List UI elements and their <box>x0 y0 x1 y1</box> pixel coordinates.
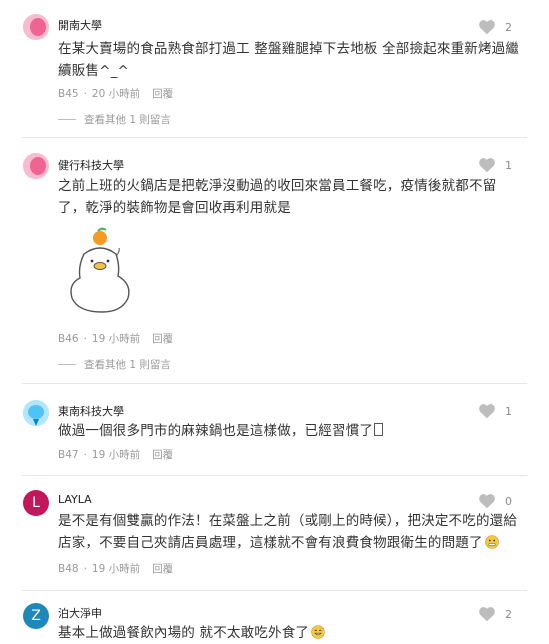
avatar[interactable] <box>23 14 49 40</box>
like-count: 2 <box>505 607 512 621</box>
divider <box>22 137 527 138</box>
author-name[interactable]: 東南科技大學 <box>58 403 124 419</box>
heart-icon <box>479 20 495 35</box>
floor-label: B48 <box>58 562 79 575</box>
comment-meta: B47 · 19 小時前 回覆 <box>58 447 174 462</box>
avatar-letter: L <box>32 495 40 511</box>
like-button[interactable]: 0 <box>478 493 512 509</box>
comment-text: 之前上班的火鍋店是把乾淨沒動過的收回來當員工餐吃，疫情後就都不留了，乾淨的裝飾物… <box>58 178 497 216</box>
divider <box>22 590 527 591</box>
heart-icon <box>479 158 495 173</box>
blue-face-icon <box>23 400 49 426</box>
author-name[interactable]: 健行科技大學 <box>58 157 124 173</box>
timestamp: 19 小時前 <box>91 563 141 575</box>
like-count: 2 <box>505 20 512 34</box>
heart-icon <box>479 607 495 622</box>
avatar[interactable]: Z <box>23 603 49 629</box>
avatar[interactable] <box>23 400 49 426</box>
comment-meta: B46 · 19 小時前 回覆 <box>58 331 174 346</box>
like-count: 1 <box>505 404 512 418</box>
divider <box>22 383 527 384</box>
comment-meta: B45 · 20 小時前 回覆 <box>58 86 174 101</box>
author-name[interactable]: 開南大學 <box>58 17 102 33</box>
floor-label: B45 <box>58 87 79 100</box>
avatar[interactable]: L <box>23 490 49 516</box>
timestamp: 19 小時前 <box>91 449 141 461</box>
timestamp: 20 小時前 <box>91 88 141 100</box>
missing-glyph-icon <box>374 423 384 436</box>
reply-button[interactable]: 回覆 <box>152 86 173 101</box>
avatar-letter: Z <box>31 608 41 624</box>
sweat-smile-emoji-icon <box>311 625 325 639</box>
grimace-emoji-icon <box>484 535 499 549</box>
comment-text: 在某大賣場的食品熟食部打過工 整盤雞腿掉下去地板 全部撿起來重新烤過繼續販售^_… <box>58 41 520 79</box>
author-name[interactable]: LAYLA <box>58 493 92 506</box>
heart-icon <box>479 404 495 419</box>
like-button[interactable]: 2 <box>478 606 512 622</box>
comment-text: 基本上做過餐飲內場的 就不太敢吃外食了 <box>58 622 523 644</box>
heart-icon <box>479 494 495 509</box>
reply-button[interactable]: 回覆 <box>152 561 173 576</box>
comment-meta: B48 · 19 小時前 回覆 <box>58 561 174 576</box>
pink-face-icon <box>23 153 49 179</box>
reply-button[interactable]: 回覆 <box>152 447 173 462</box>
floor-label: B46 <box>58 332 79 345</box>
duck-sticker-icon <box>70 227 130 313</box>
like-button[interactable]: 1 <box>478 157 512 173</box>
like-count: 1 <box>505 158 512 172</box>
comment-text: 是不是有個雙贏的作法！在菜盤上之前（或剛上的時候），把決定不吃的還給店家，不要自… <box>58 513 518 551</box>
like-button[interactable]: 2 <box>478 19 512 35</box>
reply-button[interactable]: 回覆 <box>152 331 173 346</box>
author-name[interactable]: 泊大淨申 <box>58 605 102 621</box>
like-count: 0 <box>505 494 512 508</box>
divider <box>22 475 527 476</box>
comment-text: 做過一個很多門市的麻辣鍋也是這樣做，已經習慣了 <box>58 420 523 442</box>
like-button[interactable]: 1 <box>478 403 512 419</box>
floor-label: B47 <box>58 448 79 461</box>
timestamp: 19 小時前 <box>91 333 141 345</box>
pink-face-icon <box>23 14 49 40</box>
view-more-replies[interactable]: 查看其他 1 則留言 <box>58 357 171 372</box>
avatar[interactable] <box>23 153 49 179</box>
view-more-replies[interactable]: 查看其他 1 則留言 <box>58 112 171 127</box>
